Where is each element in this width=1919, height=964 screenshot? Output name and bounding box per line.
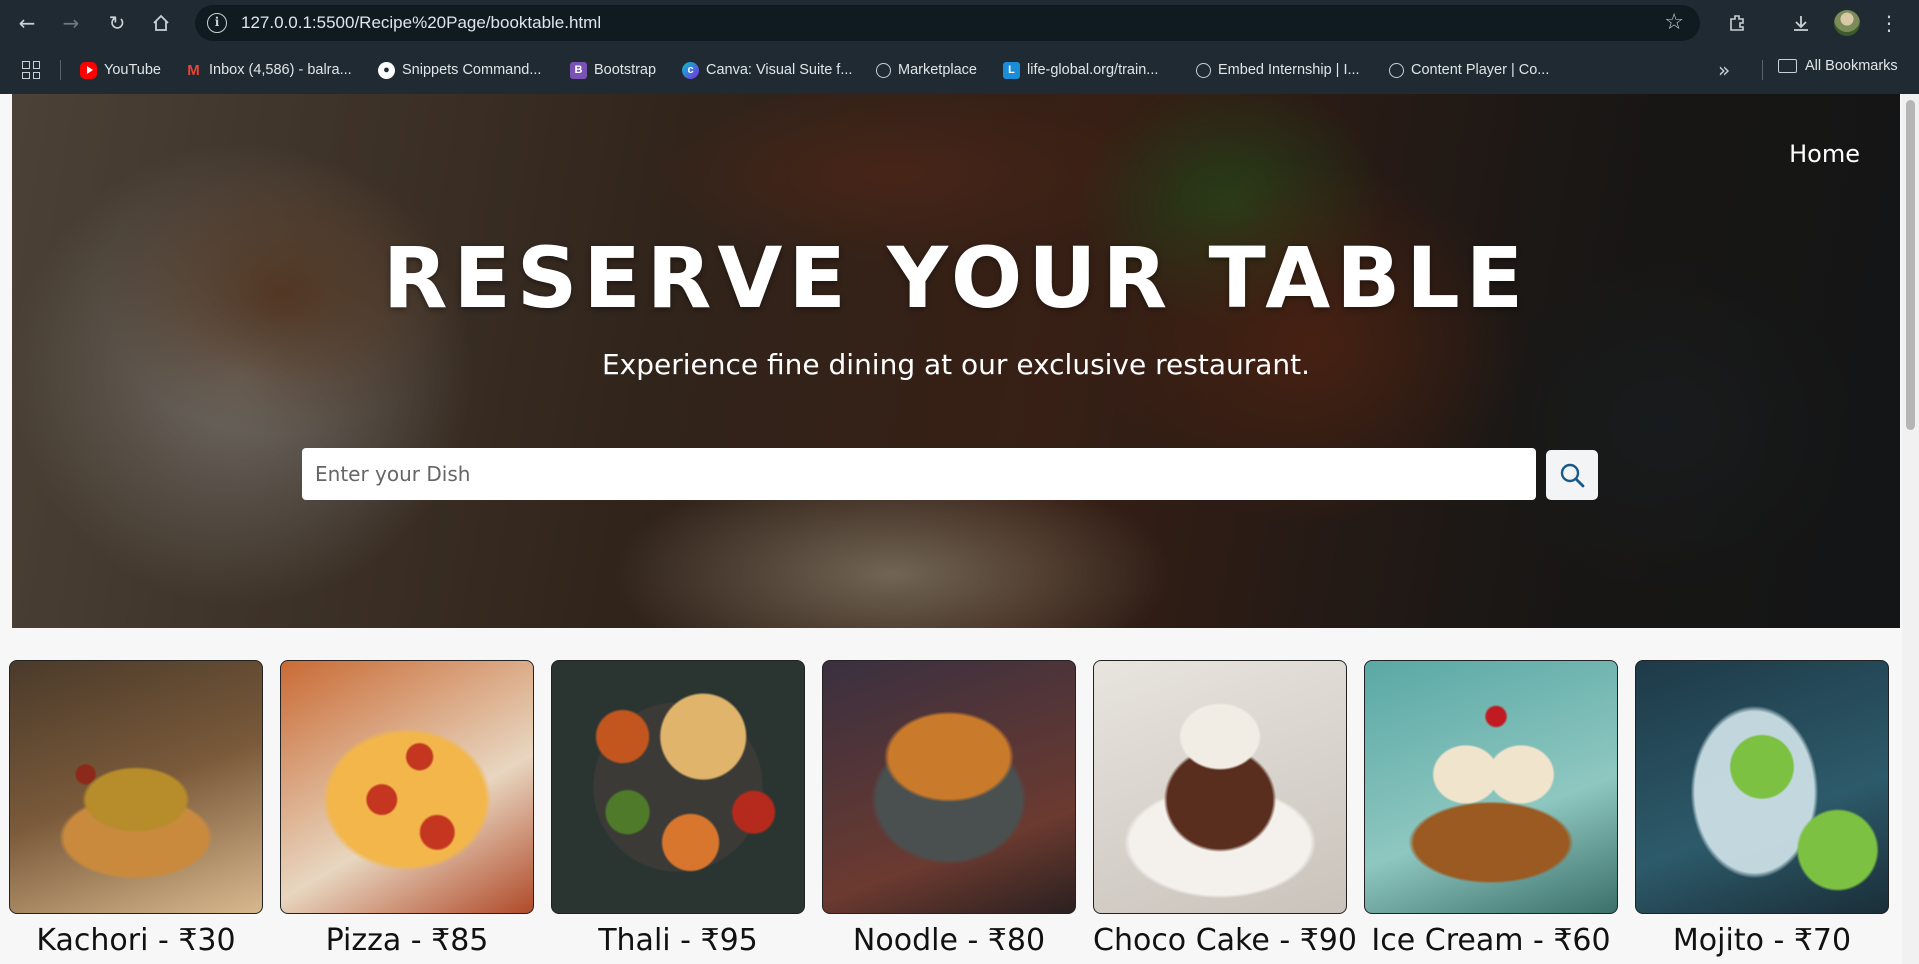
bookmark-snippets[interactable]: ● Snippets Command...: [378, 58, 541, 82]
browser-toolbar: ← → ↻ i 127.0.0.1:5500/Recipe%20Page/boo…: [0, 0, 1919, 46]
bookmark-marketplace[interactable]: Marketplace: [876, 58, 977, 82]
scrollbar-thumb[interactable]: [1906, 100, 1915, 430]
back-icon[interactable]: ←: [12, 8, 42, 38]
bookmark-star-icon[interactable]: ☆: [1664, 10, 1684, 35]
dish-label: Kachori - ₹30: [36, 923, 236, 958]
hero-subtitle: Experience fine dining at our exclusive …: [601, 348, 1311, 381]
vertical-scrollbar[interactable]: [1902, 94, 1919, 964]
bookmark-youtube[interactable]: YouTube: [80, 58, 161, 82]
profile-avatar[interactable]: [1834, 10, 1860, 36]
dish-card-noodle[interactable]: Noodle - ₹80: [822, 660, 1076, 958]
bookmark-life-global[interactable]: L life-global.org/train...: [1003, 58, 1158, 82]
all-bookmarks-button[interactable]: All Bookmarks: [1778, 58, 1898, 74]
dish-label: Noodle - ₹80: [852, 923, 1046, 958]
reload-icon[interactable]: ↻: [102, 8, 132, 38]
dish-label: Thali - ₹95: [598, 923, 758, 958]
bookmark-label: Embed Internship | I...: [1218, 62, 1360, 78]
dish-label: Mojito - ₹70: [1672, 923, 1852, 958]
home-icon[interactable]: [146, 8, 176, 38]
folder-icon: [1778, 59, 1797, 73]
dish-image-pizza[interactable]: [280, 660, 534, 914]
bookmark-label: Marketplace: [898, 62, 977, 78]
globe-icon: [1389, 62, 1404, 78]
site-info-icon[interactable]: i: [207, 13, 227, 33]
bookmark-label: Bootstrap: [594, 62, 657, 78]
bookmark-label: YouTube: [104, 62, 161, 78]
nav-home-link[interactable]: Home: [1789, 140, 1860, 168]
dish-label: Ice Cream - ₹60: [1371, 923, 1611, 958]
divider: [1762, 60, 1763, 80]
address-bar[interactable]: i 127.0.0.1:5500/Recipe%20Page/booktable…: [195, 5, 1700, 41]
dish-card-choco-cake[interactable]: Choco Cake - ₹90: [1093, 660, 1357, 958]
gmail-icon: M: [187, 61, 200, 79]
download-icon[interactable]: [1786, 8, 1816, 38]
bookmark-label: Snippets Command...: [402, 62, 542, 78]
canva-icon: c: [682, 61, 699, 79]
youtube-icon: [80, 61, 97, 79]
dish-label: Choco Cake - ₹90: [1093, 923, 1357, 958]
dish-card-kachori[interactable]: Kachori - ₹30: [9, 660, 263, 958]
hero-title: RESERVE YOUR TABLE: [382, 229, 1530, 327]
dish-card-thali[interactable]: Thali - ₹95: [551, 660, 805, 958]
dish-image-kachori[interactable]: [9, 660, 263, 914]
divider: [60, 60, 61, 80]
bookmark-embed-internship[interactable]: Embed Internship | I...: [1196, 58, 1360, 82]
bookmark-content-player[interactable]: Content Player | Co...: [1389, 58, 1549, 82]
bookmark-bootstrap[interactable]: B Bootstrap: [570, 58, 656, 82]
dish-image-mojito[interactable]: [1635, 660, 1889, 914]
extensions-icon[interactable]: [1722, 8, 1752, 38]
hero-banner: Home RESERVE YOUR TABLE Experience fine …: [12, 94, 1900, 628]
bootstrap-icon: B: [570, 61, 587, 79]
dish-card-pizza[interactable]: Pizza - ₹85: [280, 660, 534, 958]
bookmark-canva[interactable]: c Canva: Visual Suite f...: [682, 58, 852, 82]
bookmarks-bar: YouTube M Inbox (4,586) - balra... ● Sni…: [0, 46, 1919, 94]
bookmark-label: Content Player | Co...: [1411, 62, 1550, 78]
apps-grid-icon[interactable]: [22, 61, 40, 79]
bookmark-label: Canva: Visual Suite f...: [706, 62, 853, 78]
chevron-double-right-icon[interactable]: »: [1718, 58, 1730, 82]
globe-icon: [876, 62, 891, 78]
bookmark-gmail[interactable]: M Inbox (4,586) - balra...: [185, 58, 352, 82]
dish-image-noodle[interactable]: [822, 660, 1076, 914]
dish-label: Pizza - ₹85: [325, 923, 489, 958]
bookmark-label: life-global.org/train...: [1027, 62, 1159, 78]
search-button[interactable]: [1546, 450, 1598, 500]
dish-card-mojito[interactable]: Mojito - ₹70: [1635, 660, 1889, 958]
bookmark-label: Inbox (4,586) - balra...: [209, 62, 352, 78]
all-bookmarks-label: All Bookmarks: [1805, 58, 1898, 74]
search-icon: [1560, 463, 1585, 488]
dish-image-thali[interactable]: [551, 660, 805, 914]
dish-search-input[interactable]: [302, 448, 1536, 500]
page-viewport: Home RESERVE YOUR TABLE Experience fine …: [0, 94, 1919, 964]
menu-kebab-icon[interactable]: ⋮: [1874, 8, 1904, 38]
github-icon: ●: [378, 61, 395, 79]
url-text[interactable]: 127.0.0.1:5500/Recipe%20Page/booktable.h…: [241, 13, 601, 33]
globe-icon: [1196, 62, 1211, 78]
dish-image-ice-cream[interactable]: [1364, 660, 1618, 914]
dish-card-ice-cream[interactable]: Ice Cream - ₹60: [1364, 660, 1618, 958]
dish-image-choco-cake[interactable]: [1093, 660, 1347, 914]
forward-icon[interactable]: →: [56, 8, 86, 38]
life-global-icon: L: [1003, 61, 1020, 79]
